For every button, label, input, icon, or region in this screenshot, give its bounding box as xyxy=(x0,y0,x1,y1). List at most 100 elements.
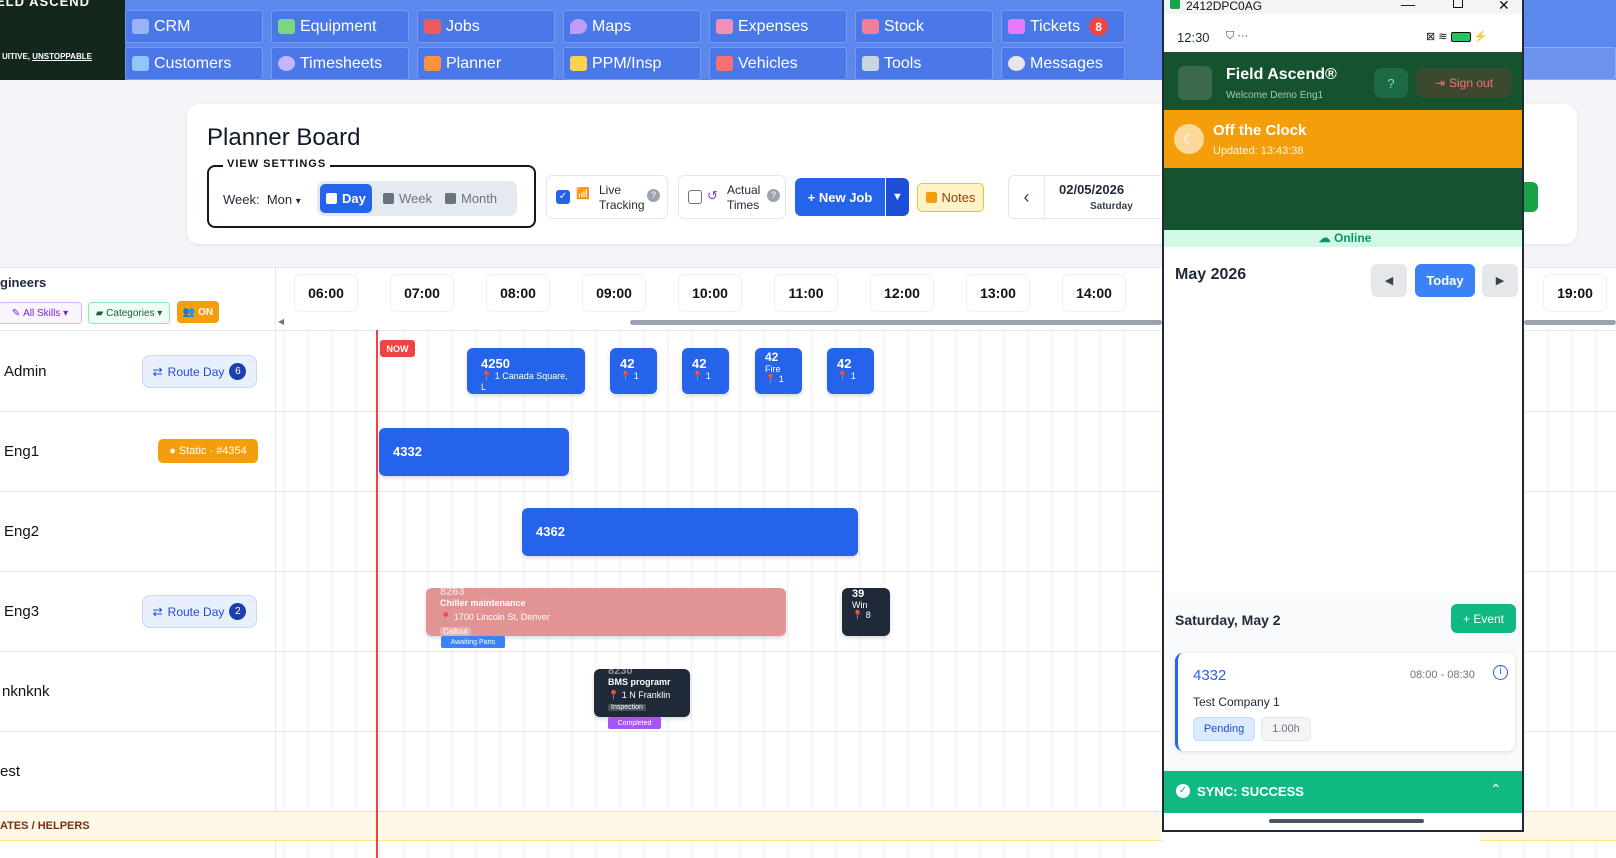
chevron-up-icon[interactable]: ⌃ xyxy=(1490,781,1502,798)
nav-jobs[interactable]: Jobs xyxy=(417,10,555,43)
hour-header: 06:00 xyxy=(295,275,357,311)
nav-timesheets[interactable]: Timesheets xyxy=(271,47,409,80)
new-job-button[interactable]: + New Job xyxy=(795,178,885,216)
route-day-button[interactable]: ⇄ Route Day 2 xyxy=(142,595,257,628)
minimize-icon[interactable]: — xyxy=(1401,0,1415,12)
chat-icon xyxy=(1008,56,1025,71)
home-indicator-area xyxy=(1164,813,1522,830)
nav-ppm-insp[interactable]: PPM/Insp xyxy=(563,47,701,80)
help-button[interactable]: ? xyxy=(1374,68,1408,98)
cloud-icon: ☁ xyxy=(1318,231,1331,245)
today-button[interactable]: Today xyxy=(1415,264,1475,297)
map-pin-icon xyxy=(570,19,587,34)
nav-messages[interactable]: Messages xyxy=(1001,47,1125,80)
prev-day-button[interactable]: ‹ xyxy=(1009,176,1045,218)
grid-line xyxy=(355,330,356,858)
notes-button[interactable]: Notes xyxy=(917,183,984,212)
clock-status: Off the Clock xyxy=(1213,122,1307,139)
hour-header: 19:00 xyxy=(1544,275,1606,311)
info-icon[interactable]: i xyxy=(1493,665,1508,680)
hour-header: 12:00 xyxy=(871,275,933,311)
view-day-button[interactable]: Day xyxy=(320,184,372,213)
grid-line xyxy=(955,330,956,858)
calendar-month-title: May 2026 xyxy=(1175,266,1247,283)
live-tracking-toggle[interactable]: ✓ 📶 Live Tracking ? xyxy=(546,175,668,219)
window-titlebar: 2412DPC0AG — ✕ xyxy=(1164,0,1522,14)
sign-out-button[interactable]: ⇥ Sign out xyxy=(1416,68,1512,98)
job-card[interactable]: 4250 📍 1 Canada Square, L xyxy=(467,348,585,394)
job-card-callout[interactable]: 8263 Chiller maintenance 📍 1700 Lincoln … xyxy=(426,588,786,636)
receipt-icon xyxy=(716,19,733,34)
job-card[interactable]: 42 Fire 📍 1 xyxy=(755,348,802,394)
nav-stock[interactable]: Stock xyxy=(855,10,993,43)
actual-times-toggle[interactable]: ↺ Actual Times ? xyxy=(678,175,786,219)
grid-line xyxy=(283,330,284,858)
new-job-dropdown[interactable]: ▼ xyxy=(886,178,909,216)
view-month-button[interactable]: Month xyxy=(439,184,503,213)
job-card[interactable]: 42 📍 1 xyxy=(610,348,657,394)
nav-expenses[interactable]: Expenses xyxy=(709,10,847,43)
job-card[interactable]: 39 Win 📍 8 xyxy=(842,588,890,636)
maximize-icon[interactable] xyxy=(1453,0,1463,8)
sync-status-bar[interactable]: ✓ SYNC: SUCCESS ⌃ xyxy=(1164,771,1522,813)
green-action-button-edge[interactable] xyxy=(1524,182,1538,212)
brand-title: ELD ASCEND xyxy=(0,0,91,9)
job-card[interactable]: 42 📍 1 xyxy=(827,348,874,394)
chevron-down-icon: ▾ xyxy=(295,196,301,207)
current-date[interactable]: 02/05/2026 xyxy=(1059,182,1124,197)
job-card[interactable]: 4332 xyxy=(379,428,569,476)
scrollbar-thumb[interactable] xyxy=(630,320,1162,325)
view-week-button[interactable]: Week xyxy=(377,184,438,213)
hour-header: 09:00 xyxy=(583,275,645,311)
job-card-inspection[interactable]: 8230 BMS programr 📍 1 N Franklin Inspect… xyxy=(594,669,690,717)
timeline-scrollbar[interactable]: ◀ xyxy=(278,317,1162,326)
actual-times-checkbox[interactable] xyxy=(688,190,702,204)
caret-left-icon: ◀ xyxy=(1384,275,1394,287)
route-day-button[interactable]: ⇄ Route Day 6 xyxy=(142,355,257,388)
grid-line xyxy=(1075,330,1076,858)
job-card[interactable]: 42 📍 1 xyxy=(682,348,729,394)
calendar-panel xyxy=(1164,247,1522,587)
event-card[interactable]: 4332 08:00 - 08:30 i Test Company 1 Pend… xyxy=(1175,653,1515,751)
brand-logo[interactable]: ELD ASCEND UITIVE, UNSTOPPABLE xyxy=(0,0,125,80)
engineer-row-est: est xyxy=(0,763,21,780)
clock-status-banner[interactable]: ☾ Off the Clock Updated: 13:43:38 xyxy=(1164,110,1522,168)
app-icon xyxy=(1170,0,1180,9)
nav-tickets[interactable]: Tickets 8 xyxy=(1001,10,1125,43)
static-location-badge[interactable]: ● Static · #4354 xyxy=(158,439,258,463)
categories-filter[interactable]: ▰ Categories ▾ xyxy=(88,302,170,324)
engineer-row-eng3: Eng3 xyxy=(4,603,40,620)
nav-maps[interactable]: Maps xyxy=(563,10,701,43)
users-icon xyxy=(132,19,149,34)
grid-line xyxy=(1572,330,1573,858)
close-icon[interactable]: ✕ xyxy=(1498,0,1510,14)
nav-customers[interactable]: Customers xyxy=(125,47,263,80)
live-tracking-checkbox[interactable]: ✓ xyxy=(556,190,570,204)
grid-line xyxy=(1003,330,1004,858)
route-icon: ⇄ xyxy=(152,364,163,379)
nav-equipment[interactable]: Equipment xyxy=(271,10,409,43)
check-circle-icon: ✓ xyxy=(1176,784,1190,798)
job-card[interactable]: 4362 xyxy=(522,508,858,556)
folder-icon: ▰ xyxy=(95,307,104,319)
helpers-toggle[interactable]: 👥 ON xyxy=(177,301,219,323)
nav-tools[interactable]: Tools xyxy=(855,47,993,80)
calendar-month-icon xyxy=(445,193,456,204)
nav-crm[interactable]: CRM xyxy=(125,10,263,43)
event-id[interactable]: 4332 xyxy=(1193,667,1226,684)
logout-icon: ⇥ xyxy=(1434,76,1445,90)
week-start-select[interactable]: Week: Mon ▾ xyxy=(223,192,301,207)
nav-planner[interactable]: Planner xyxy=(417,47,555,80)
clock-updated: Updated: 13:43:38 xyxy=(1213,145,1304,157)
skills-filter[interactable]: ✎ All Skills ▾ xyxy=(0,302,82,324)
grid-line xyxy=(331,330,332,858)
event-time: 08:00 - 08:30 xyxy=(1410,669,1475,681)
next-month-button[interactable]: ▶ xyxy=(1482,264,1518,297)
nav-vehicles[interactable]: Vehicles xyxy=(709,47,847,80)
scrollbar-thumb-right[interactable] xyxy=(1524,320,1616,325)
prev-month-button[interactable]: ◀ xyxy=(1371,264,1407,297)
home-indicator[interactable] xyxy=(1269,819,1424,823)
add-event-button[interactable]: + Event xyxy=(1451,604,1516,633)
hour-header: 08:00 xyxy=(487,275,549,311)
clipboard-icon xyxy=(570,56,587,71)
